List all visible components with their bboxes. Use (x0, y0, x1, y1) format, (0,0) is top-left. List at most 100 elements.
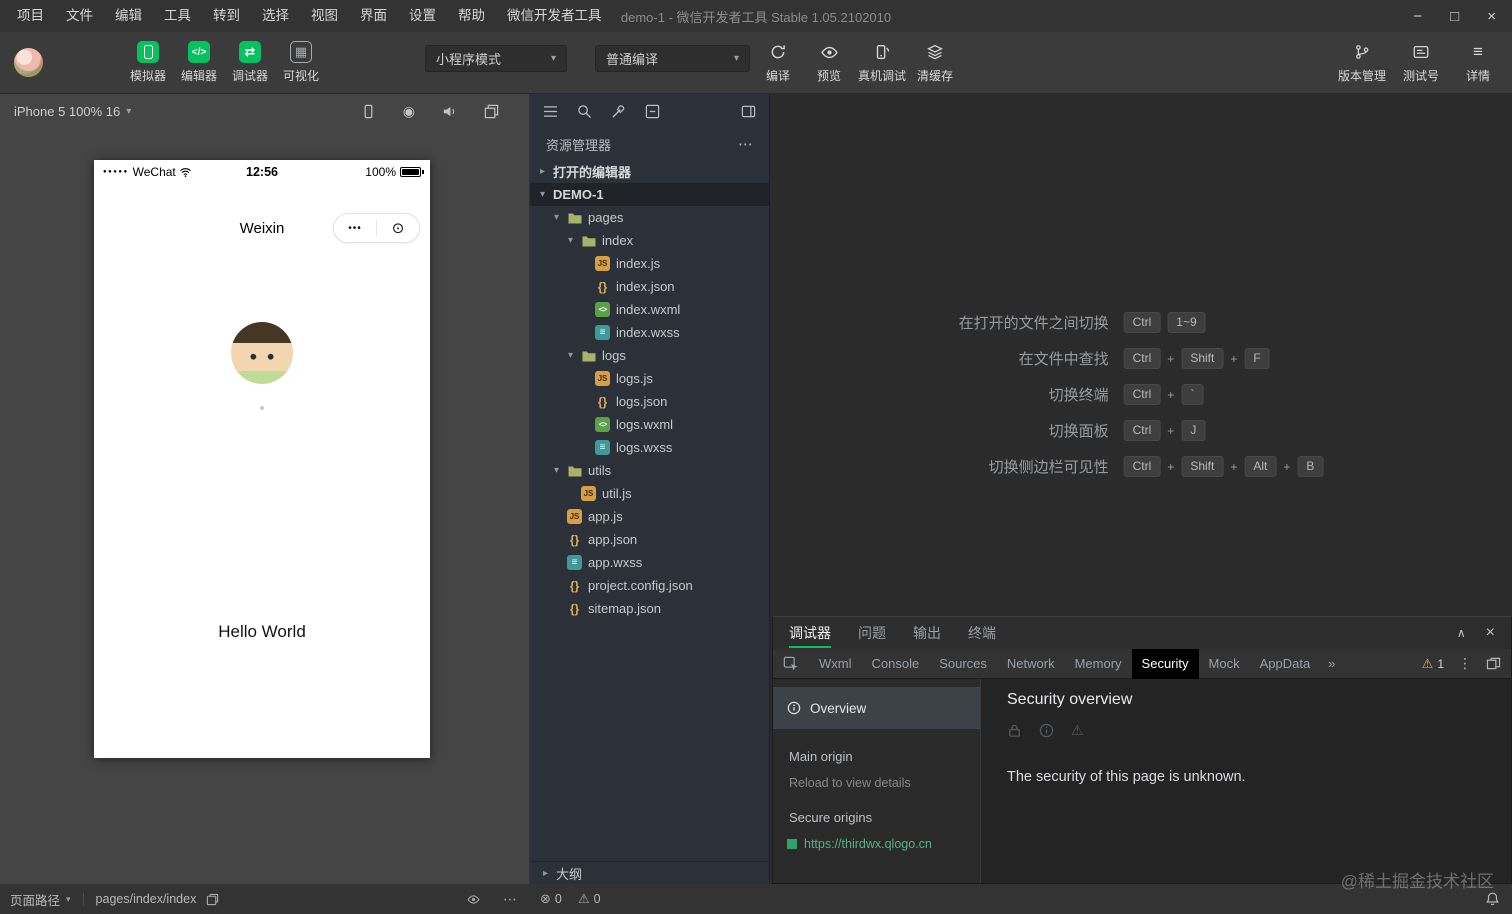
search-icon[interactable] (577, 104, 592, 119)
tree-item-app.json[interactable]: {} app.json (530, 528, 769, 551)
outline-section[interactable]: ▸ 大纲 (530, 861, 769, 884)
test-account-button[interactable]: 测试号 (1399, 41, 1443, 84)
debugger-tab-终端[interactable]: 终端 (968, 617, 996, 649)
menu-item-9[interactable]: 帮助 (447, 0, 496, 32)
details-button[interactable]: ≡ 详情 (1456, 41, 1500, 84)
debugger-tab-问题[interactable]: 问题 (858, 617, 886, 649)
device-selector[interactable]: iPhone 5 100% 16 ▾ (14, 104, 131, 119)
more-tabs-icon[interactable]: » (1320, 656, 1343, 671)
menu-item-4[interactable]: 转到 (202, 0, 251, 32)
clear-cache-button[interactable]: 清缓存 (913, 41, 957, 84)
security-overview-item[interactable]: Overview (773, 687, 980, 729)
close-panel-icon[interactable]: × (1486, 624, 1495, 642)
minimize-button[interactable]: − (1413, 8, 1422, 25)
devtools-tab-network[interactable]: Network (997, 649, 1065, 679)
file-list-icon[interactable] (543, 105, 558, 118)
tree-item-index.json[interactable]: {} index.json (530, 275, 769, 298)
phone-status-bar: ●●●●● WeChat 12:56 100% (94, 160, 430, 184)
capsule-menu-icon[interactable]: ••• (334, 223, 376, 234)
menu-item-6[interactable]: 视图 (300, 0, 349, 32)
devtools-tab-console[interactable]: Console (862, 649, 930, 679)
mode-select[interactable]: 小程序模式 ▾ (425, 45, 567, 72)
inspect-element-icon[interactable] (773, 656, 809, 672)
rotate-device-icon[interactable] (361, 104, 376, 119)
wxml-file-icon: <> (595, 302, 610, 317)
tree-item-logs.js[interactable]: JS logs.js (530, 367, 769, 390)
tree-item-index.js[interactable]: JS index.js (530, 252, 769, 275)
tree-item-app.js[interactable]: JS app.js (530, 505, 769, 528)
menu-item-5[interactable]: 选择 (251, 0, 300, 32)
menu-item-2[interactable]: 编辑 (104, 0, 153, 32)
record-icon[interactable]: ◉ (403, 103, 415, 120)
devtools-tab-wxml[interactable]: Wxml (809, 649, 862, 679)
tree-item-logs.wxss[interactable]: ≡ logs.wxss (530, 436, 769, 459)
warning-counter[interactable]: ⚠ 0 (578, 891, 601, 907)
tree-item-sitemap.json[interactable]: {} sitemap.json (530, 597, 769, 620)
menu-item-3[interactable]: 工具 (153, 0, 202, 32)
panel-toggle-group: 模拟器 </> 编辑器 ⇄ 调试器 ▦ 可视化 (126, 41, 323, 84)
multi-window-icon[interactable] (484, 104, 499, 119)
undock-icon[interactable] (1486, 657, 1501, 670)
tree-item-app.wxss[interactable]: ≡ app.wxss (530, 551, 769, 574)
tree-item-logs.json[interactable]: {} logs.json (530, 390, 769, 413)
secure-origin-item[interactable]: https://thirdwx.qlogo.cn (773, 837, 980, 851)
notifications-bell-icon[interactable] (1485, 891, 1500, 907)
devtools-tab-memory[interactable]: Memory (1065, 649, 1132, 679)
devtools-tab-security[interactable]: Security (1131, 648, 1199, 679)
version-manage-button[interactable]: 版本管理 (1338, 41, 1386, 84)
close-button[interactable]: × (1487, 8, 1496, 25)
toggle-panel-icon[interactable] (741, 104, 756, 119)
compile-mode-select[interactable]: 普通编译 ▾ (595, 45, 750, 72)
menu-item-0[interactable]: 项目 (6, 0, 55, 32)
tree-item-index.wxml[interactable]: <> index.wxml (530, 298, 769, 321)
user-avatar[interactable] (14, 48, 43, 77)
tree-item-logs[interactable]: ▾ logs (530, 344, 769, 367)
tree-item-index.wxss[interactable]: ≡ index.wxss (530, 321, 769, 344)
tree-item-logs.wxml[interactable]: <> logs.wxml (530, 413, 769, 436)
debugger-tab-输出[interactable]: 输出 (913, 617, 941, 649)
warnings-badge[interactable]: ⚠ 1 (1422, 656, 1444, 672)
tree-item-util.js[interactable]: JS util.js (530, 482, 769, 505)
maximize-button[interactable]: □ (1450, 8, 1459, 25)
visualize-toggle-button[interactable]: ▦ 可视化 (279, 41, 323, 84)
tree-item-pages[interactable]: ▾ pages (530, 206, 769, 229)
capsule-close-icon[interactable]: ⊙ (377, 219, 419, 237)
copy-path-icon[interactable] (206, 893, 219, 906)
devtools-menu-icon[interactable]: ⋮ (1458, 655, 1472, 672)
menu-item-7[interactable]: 界面 (349, 0, 398, 32)
tree-item-DEMO-1[interactable]: ▾ DEMO-1 (530, 183, 769, 206)
build-tools-icon[interactable] (611, 104, 626, 119)
debugger-toggle-button[interactable]: ⇄ 调试器 (228, 41, 272, 84)
error-counter[interactable]: ⊗ 0 (540, 891, 562, 907)
compile-button[interactable]: 编译 (756, 41, 800, 84)
menu-item-10[interactable]: 微信开发者工具 (496, 0, 613, 32)
collapse-all-icon[interactable] (645, 104, 660, 119)
menu-item-8[interactable]: 设置 (398, 0, 447, 32)
devtools-right-controls: ⚠ 1 ⋮ (1422, 655, 1511, 672)
menu-items: 项目 文件 编辑 工具 转到 选择 视图 界面 设置 帮助 微信开发者工具 (0, 0, 613, 32)
more-options-icon[interactable]: ⋯ (503, 891, 517, 908)
debugger-tab-调试器[interactable]: 调试器 (789, 617, 831, 649)
simulator-toggle-button[interactable]: 模拟器 (126, 41, 170, 84)
status-bar: 页面路径 ▾ pages/index/index ⋯ ⊗ 0 ⚠ 0 (0, 884, 1512, 914)
remote-debug-button[interactable]: 真机调试 (858, 41, 906, 84)
tree-item-utils[interactable]: ▾ utils (530, 459, 769, 482)
tree-item-打开的编辑器[interactable]: ▸ 打开的编辑器 (530, 160, 769, 183)
more-actions-icon[interactable]: ⋯ (738, 135, 753, 153)
compile-label: 编译 (765, 69, 790, 83)
tree-item-project.config.json[interactable]: {} project.config.json (530, 574, 769, 597)
collapse-panel-icon[interactable]: ∧ (1457, 626, 1466, 640)
preview-button[interactable]: 预览 (807, 41, 851, 84)
menu-item-1[interactable]: 文件 (55, 0, 104, 32)
devtools-tab-mock[interactable]: Mock (1199, 649, 1250, 679)
user-avatar-image[interactable] (231, 322, 293, 384)
sound-icon[interactable] (442, 104, 457, 119)
shortcut-keys: Ctrl + J (1123, 420, 1324, 441)
tree-item-index[interactable]: ▾ index (530, 229, 769, 252)
devtools-tab-appdata[interactable]: AppData (1250, 649, 1321, 679)
page-path-label[interactable]: 页面路径 (10, 890, 60, 909)
folder-icon (581, 233, 596, 248)
devtools-tab-sources[interactable]: Sources (929, 649, 997, 679)
editor-toggle-button[interactable]: </> 编辑器 (177, 41, 221, 84)
visibility-icon[interactable] (466, 892, 481, 907)
